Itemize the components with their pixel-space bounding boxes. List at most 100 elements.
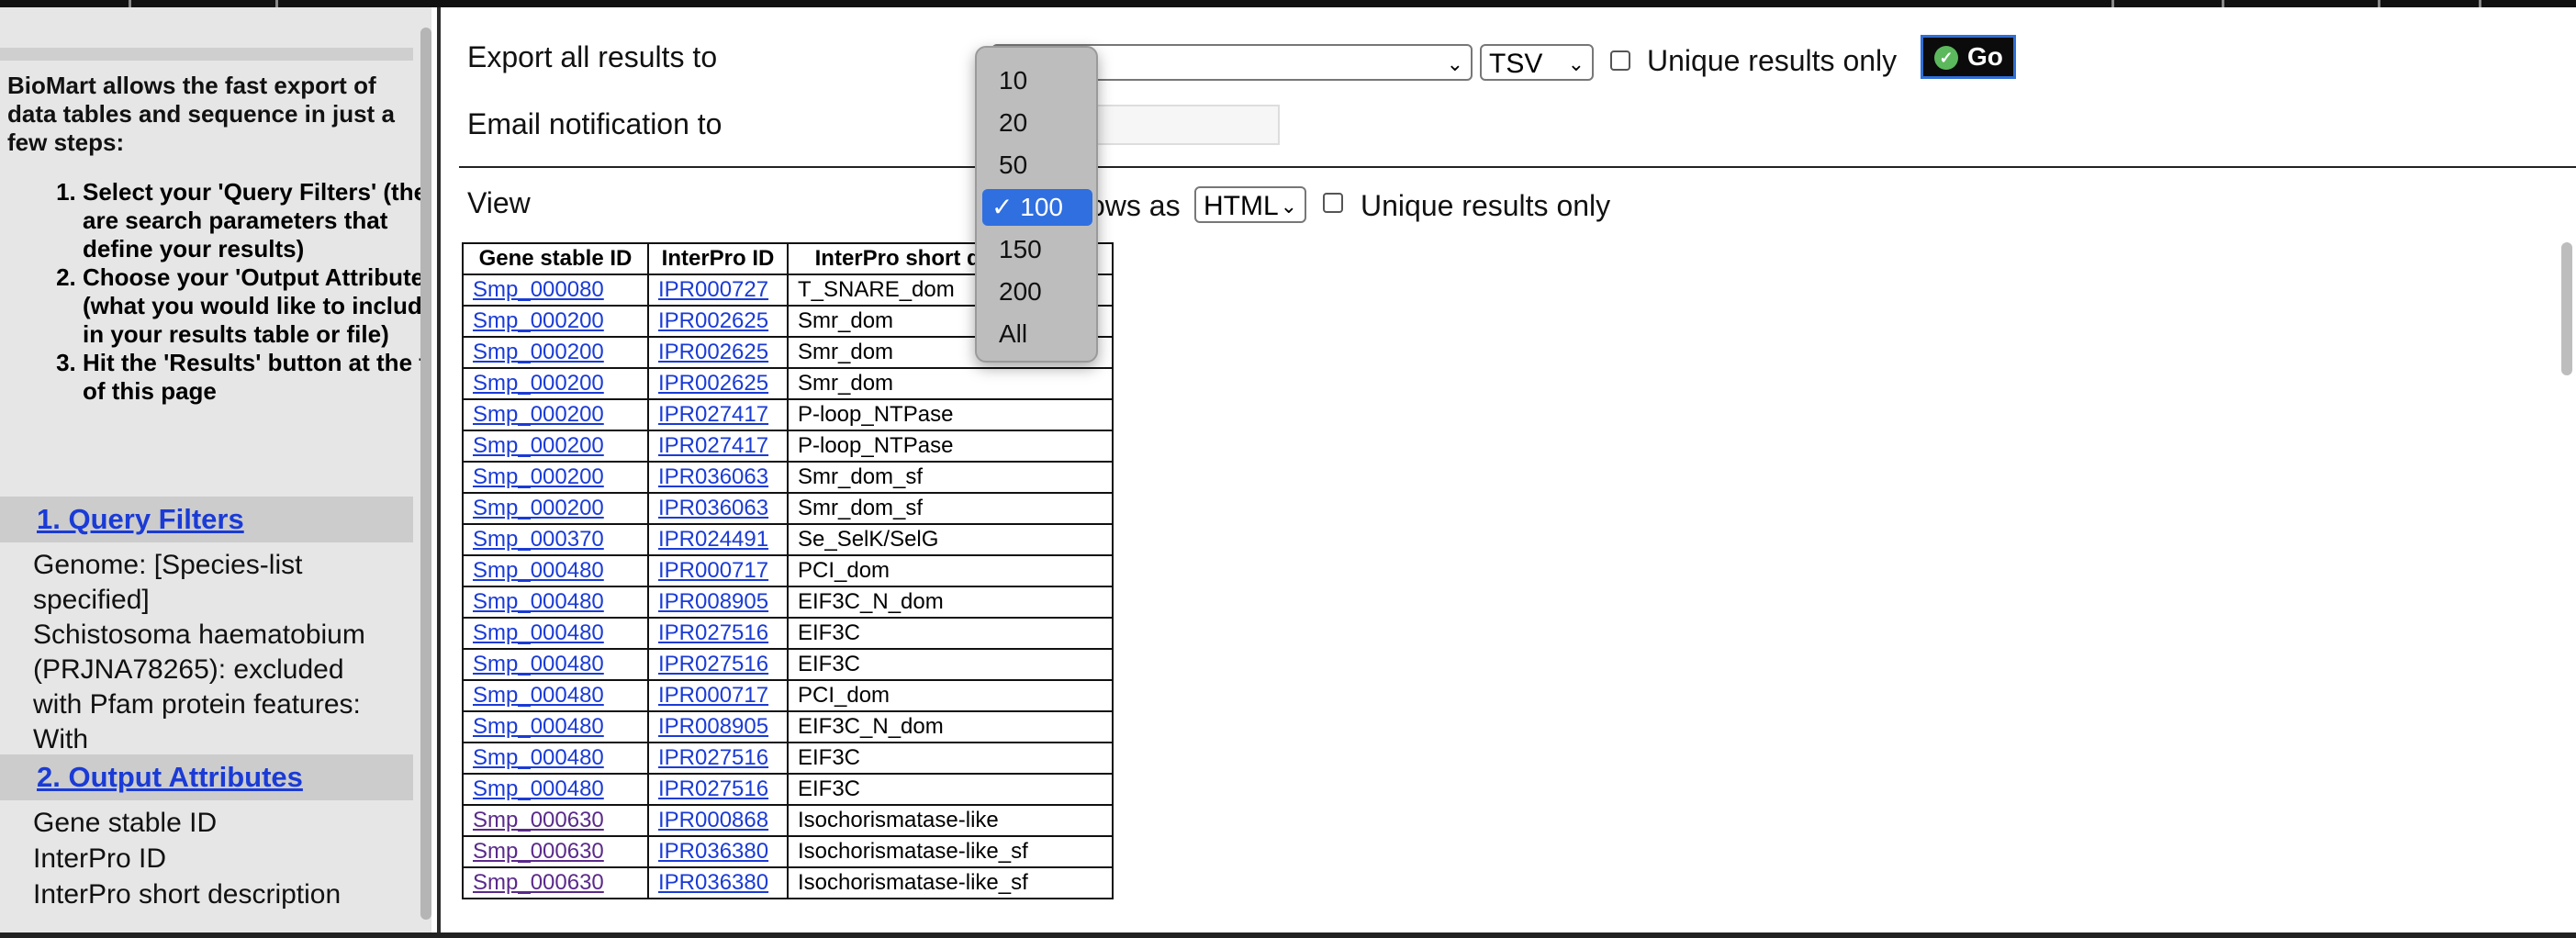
email-label: Email notification to (467, 107, 722, 140)
gene-id-cell: Smp_000200 (462, 336, 649, 369)
gene-id-link[interactable]: Smp_000480 (473, 558, 604, 583)
description-cell: Smr_dom (787, 367, 1114, 400)
gene-id-link[interactable]: Smp_000480 (473, 776, 604, 801)
go-button[interactable]: ✓ Go (1921, 35, 2016, 79)
dropdown-option[interactable]: All (982, 316, 1092, 352)
interpro-id-cell: IPR000717 (647, 679, 789, 712)
gene-id-link[interactable]: Smp_000480 (473, 652, 604, 676)
interpro-id-link[interactable]: IPR027516 (658, 776, 768, 801)
gene-id-link[interactable]: Smp_000200 (473, 402, 604, 427)
interpro-id-cell: IPR002625 (647, 336, 789, 369)
table-row: Smp_000480 IPR027516 EIF3C (462, 648, 1114, 681)
output-attributes-link[interactable]: 2. Output Attributes (37, 761, 303, 794)
table-row: Smp_000200 IPR027417 P-loop_NTPase (462, 430, 1114, 463)
description-cell: Smr_dom_sf (787, 461, 1114, 494)
gene-id-cell: Smp_000480 (462, 586, 649, 619)
interpro-id-link[interactable]: IPR027516 (658, 745, 768, 770)
interpro-id-link[interactable]: IPR002625 (658, 340, 768, 364)
interpro-id-link[interactable]: IPR002625 (658, 308, 768, 333)
gene-id-link[interactable]: Smp_000370 (473, 527, 604, 552)
table-row: Smp_000480 IPR027516 EIF3C (462, 773, 1114, 806)
interpro-id-link[interactable]: IPR036380 (658, 839, 768, 864)
gene-id-link[interactable]: Smp_000480 (473, 745, 604, 770)
view-format-select[interactable]: HTML ⌄ (1194, 186, 1306, 223)
dropdown-option[interactable]: 20 (982, 105, 1092, 141)
dropdown-option[interactable]: 200 (982, 274, 1092, 310)
interpro-id-cell: IPR024491 (647, 523, 789, 556)
description-cell: Isochorismatase-like_sf (787, 835, 1114, 868)
interpro-id-link[interactable]: IPR008905 (658, 714, 768, 739)
gene-id-link[interactable]: Smp_000630 (473, 808, 604, 832)
gene-id-link[interactable]: Smp_000480 (473, 589, 604, 614)
export-unique-checkbox[interactable] (1610, 50, 1630, 71)
interpro-id-cell: IPR027417 (647, 430, 789, 463)
go-label: Go (1967, 42, 2003, 71)
interpro-id-link[interactable]: IPR002625 (658, 371, 768, 396)
interpro-id-cell: IPR027516 (647, 648, 789, 681)
chevron-down-icon: ⌄ (1567, 52, 1585, 75)
interpro-id-link[interactable]: IPR000868 (658, 808, 768, 832)
gene-id-cell: Smp_000200 (462, 461, 649, 494)
table-row: Smp_000630 IPR036380 Isochorismatase-like_… (462, 866, 1114, 899)
interpro-id-link[interactable]: IPR027417 (658, 433, 768, 458)
rows-as-label: ows as (1089, 189, 1181, 222)
query-filters-header: 1. Query Filters (0, 497, 413, 542)
dropdown-option[interactable]: 50 (982, 147, 1092, 184)
gene-id-cell: Smp_000630 (462, 804, 649, 837)
dropdown-option[interactable]: 150 (982, 231, 1092, 268)
table-row: Smp_000480 IPR000717 PCI_dom (462, 679, 1114, 712)
description-cell: Isochorismatase-like_sf (787, 866, 1114, 899)
interpro-id-link[interactable]: IPR024491 (658, 527, 768, 552)
interpro-id-link[interactable]: IPR008905 (658, 589, 768, 614)
toolbar-separator (275, 0, 278, 7)
gene-id-link[interactable]: Smp_000200 (473, 308, 604, 333)
interpro-id-link[interactable]: IPR027516 (658, 620, 768, 645)
email-field[interactable] (1083, 105, 1280, 145)
gene-id-link[interactable]: Smp_000630 (473, 839, 604, 864)
table-row: Smp_000200 IPR027417 P-loop_NTPase (462, 398, 1114, 431)
checkmark-icon: ✓ (991, 193, 1014, 221)
gene-id-link[interactable]: Smp_000200 (473, 496, 604, 520)
view-unique-checkbox[interactable] (1323, 193, 1343, 213)
column-header: InterPro ID (647, 242, 789, 275)
interpro-id-link[interactable]: IPR036063 (658, 496, 768, 520)
gene-id-link[interactable]: Smp_000480 (473, 714, 604, 739)
view-format-value: HTML (1204, 191, 1279, 221)
gene-id-link[interactable]: Smp_000480 (473, 620, 604, 645)
table-row: Smp_000480 IPR008905 EIF3C_N_dom (462, 586, 1114, 619)
genome-filter-text: Genome: [Species-list specified] (33, 550, 303, 615)
gene-id-link[interactable]: Smp_000080 (473, 277, 604, 302)
gene-id-link[interactable]: Smp_000200 (473, 340, 604, 364)
description-cell: EIF3C (787, 617, 1114, 650)
pfam-filter-text: with Pfam protein features: With (33, 689, 361, 754)
gene-id-cell: Smp_000200 (462, 430, 649, 463)
gene-id-link[interactable]: Smp_000200 (473, 464, 604, 489)
selected-option-label: 100 (1020, 193, 1063, 221)
description-cell: Se_SelK/SelG (787, 523, 1114, 556)
dropdown-option-selected[interactable]: ✓ 100 (982, 189, 1092, 226)
main-scrollbar[interactable] (2561, 242, 2572, 375)
interpro-id-link[interactable]: IPR036063 (658, 464, 768, 489)
interpro-id-link[interactable]: IPR000727 (658, 277, 768, 302)
query-filters-link[interactable]: 1. Query Filters (37, 503, 244, 536)
step-item: Hit the 'Results' button at the top of t… (83, 349, 431, 406)
gene-id-link[interactable]: Smp_000630 (473, 870, 604, 895)
export-format-select[interactable]: TSV ⌄ (1480, 44, 1594, 81)
chevron-down-icon: ⌄ (1446, 52, 1463, 75)
gene-id-link[interactable]: Smp_000200 (473, 433, 604, 458)
interpro-id-link[interactable]: IPR036380 (658, 870, 768, 895)
interpro-id-link[interactable]: IPR000717 (658, 683, 768, 708)
gene-id-link[interactable]: Smp_000200 (473, 371, 604, 396)
description-cell: Smr_dom_sf (787, 492, 1114, 525)
interpro-id-cell: IPR000717 (647, 554, 789, 587)
export-unique-label: Unique results only (1647, 44, 1898, 77)
table-row: Smp_000480 IPR000717 PCI_dom (462, 554, 1114, 587)
gene-id-cell: Smp_000200 (462, 398, 649, 431)
interpro-id-link[interactable]: IPR027516 (658, 652, 768, 676)
interpro-id-link[interactable]: IPR000717 (658, 558, 768, 583)
dropdown-option[interactable]: 10 (982, 62, 1092, 99)
gene-id-link[interactable]: Smp_000480 (473, 683, 604, 708)
sidebar-scrollbar[interactable] (420, 28, 431, 920)
interpro-id-link[interactable]: IPR027417 (658, 402, 768, 427)
gene-id-cell: Smp_000200 (462, 492, 649, 525)
